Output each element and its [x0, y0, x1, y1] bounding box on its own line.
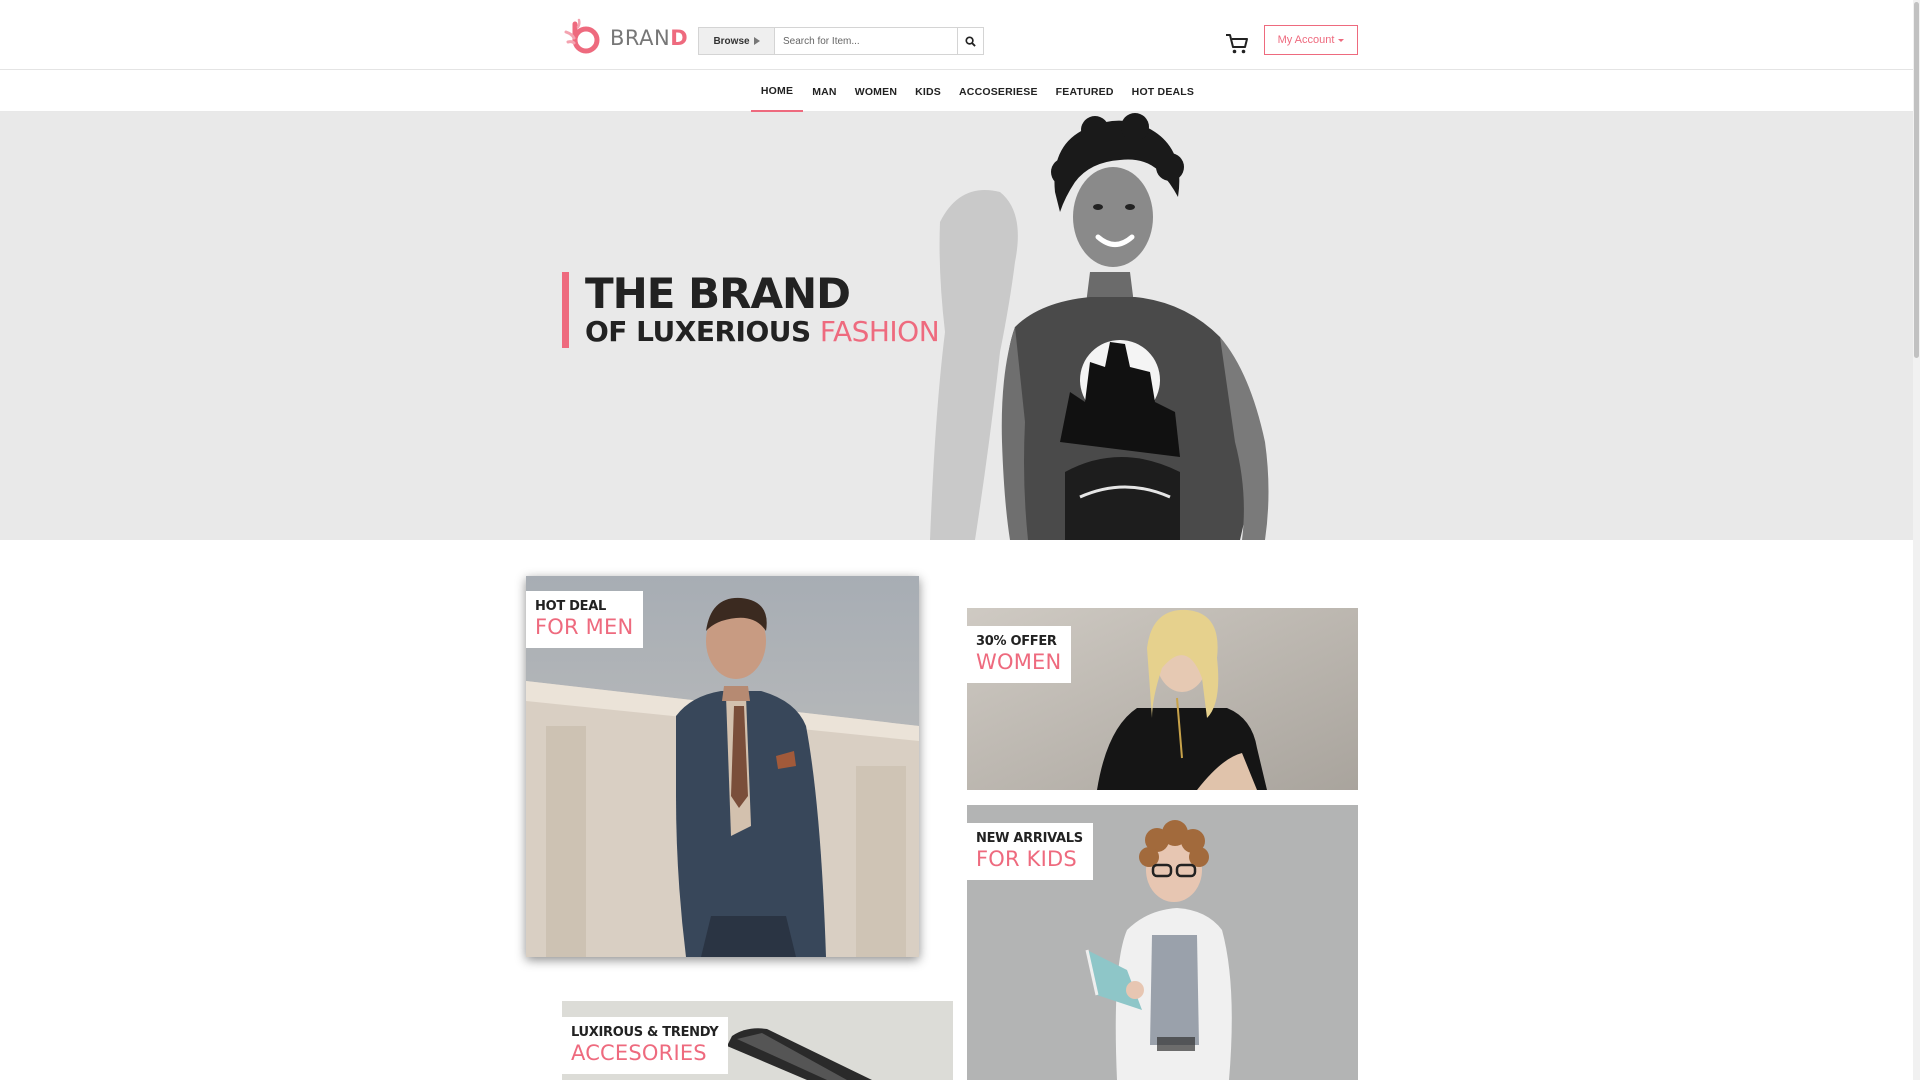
- promo-accessories-small-text: LUXIROUS & TRENDY: [571, 1025, 719, 1040]
- search-icon: [965, 35, 976, 47]
- search-input[interactable]: [775, 28, 957, 54]
- search-button[interactable]: [957, 28, 983, 54]
- browse-arrow-icon: [753, 37, 760, 45]
- promo-kids-small-text: NEW ARRIVALS: [976, 831, 1083, 846]
- promo-men-big-text: FOR MEN: [535, 615, 634, 639]
- nav-item-kids[interactable]: KIDS: [906, 71, 950, 112]
- hero-subtitle: OF LUXERIOUS FASHION: [585, 315, 940, 348]
- promo-label-accessories[interactable]: LUXIROUS & TRENDY ACCESORIES: [562, 1017, 729, 1074]
- promo-women-big-text: WOMEN: [976, 650, 1062, 674]
- top-header: BRAND Browse My Account: [0, 0, 1920, 70]
- promo-men-small-text: HOT DEAL: [535, 599, 606, 614]
- hero-title: THE BRAND: [585, 269, 851, 318]
- my-account-button[interactable]: My Account: [1264, 25, 1358, 55]
- brand-logo[interactable]: BRAND: [562, 18, 688, 58]
- browse-label: Browse: [713, 35, 750, 47]
- hero-headline: THE BRAND OF LUXERIOUS FASHION: [562, 269, 940, 348]
- cart-icon: [1226, 34, 1248, 54]
- nav-item-featured[interactable]: FEATURED: [1047, 71, 1123, 112]
- main-nav: HOME MAN WOMEN KIDS ACCOSERIESE FEATURED…: [0, 71, 1920, 112]
- nav-item-women[interactable]: WOMEN: [846, 71, 906, 112]
- promo-card-kids[interactable]: NEW ARRIVALS FOR KIDS: [967, 805, 1358, 1080]
- promo-label-women[interactable]: 30% OFFER WOMEN: [967, 626, 1072, 683]
- promo-women-small-text: 30% OFFER: [976, 634, 1057, 649]
- my-account-label: My Account: [1277, 34, 1335, 46]
- nav-item-home[interactable]: HOME: [750, 71, 804, 112]
- brand-name: BRAND: [610, 26, 689, 50]
- hero-model-image: [930, 113, 1269, 540]
- promo-kids-big-text: FOR KIDS: [976, 847, 1077, 871]
- cart-button[interactable]: [1224, 30, 1250, 56]
- promo-label-kids[interactable]: NEW ARRIVALS FOR KIDS: [967, 823, 1093, 880]
- promo-label-men[interactable]: HOT DEAL FOR MEN: [526, 591, 644, 648]
- page-scrollbar-thumb[interactable]: [1914, 2, 1919, 358]
- hero-banner: THE BRAND OF LUXERIOUS FASHION: [0, 112, 1920, 540]
- promo-card-men[interactable]: HOT DEAL FOR MEN: [526, 576, 919, 957]
- nav-item-man[interactable]: MAN: [803, 71, 846, 112]
- brand-logo-icon: [562, 18, 604, 58]
- browse-button[interactable]: Browse: [699, 28, 775, 54]
- search-bar: Browse: [698, 27, 984, 55]
- promo-card-women[interactable]: 30% OFFER WOMEN: [967, 608, 1358, 790]
- nav-item-hot-deals[interactable]: HOT DEALS: [1123, 71, 1203, 112]
- dropdown-caret-icon: [1338, 38, 1345, 42]
- nav-item-accessories[interactable]: ACCOSERIESE: [950, 71, 1047, 112]
- promo-accessories-big-text: ACCESORIES: [571, 1041, 707, 1065]
- promo-card-accessories[interactable]: LUXIROUS & TRENDY ACCESORIES: [562, 1001, 953, 1080]
